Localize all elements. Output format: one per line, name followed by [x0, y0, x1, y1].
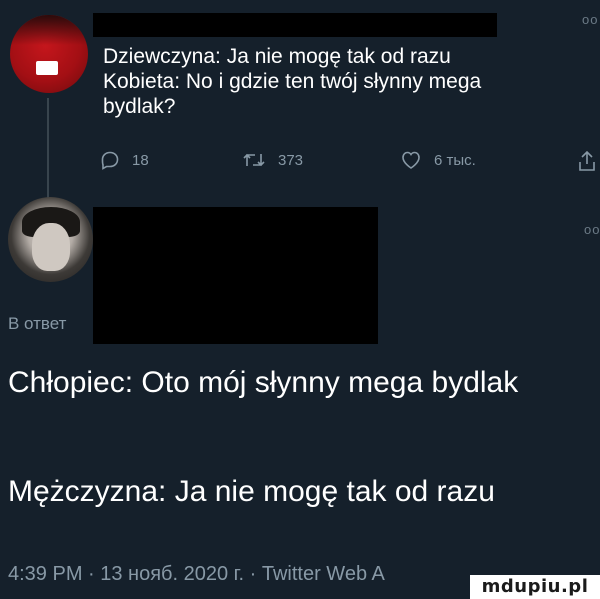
- avatar[interactable]: [8, 197, 93, 282]
- more-options-icon[interactable]: oo: [582, 12, 598, 27]
- tweet-timestamp[interactable]: 4:39 PM · 13 нояб. 2020 г. · Twitter Web…: [8, 563, 385, 586]
- more-options-icon[interactable]: oo: [584, 222, 600, 237]
- tweet-line: Kobieta: No i gdzie ten twój słynny mega: [103, 70, 482, 93]
- like-button[interactable]: 6 тыс.: [400, 150, 476, 170]
- share-icon: [579, 150, 595, 171]
- redacted-username: [93, 13, 497, 37]
- retweet-button[interactable]: 373: [242, 150, 303, 170]
- tweet-actions: 18 373 6 тыс.: [100, 150, 600, 176]
- jersey-badge: [36, 61, 58, 75]
- reply-text-line: Chłopiec: Oto mój słynny mega bydlak: [8, 366, 519, 399]
- tweet-line: bydlak?: [103, 95, 176, 118]
- like-count: 6 тыс.: [434, 151, 476, 169]
- avatar-shading: [10, 15, 88, 45]
- watermark: mdupiu.pl: [470, 575, 600, 599]
- reply-icon: [101, 151, 119, 170]
- retweet-icon: [243, 153, 265, 167]
- reply-count: 18: [132, 151, 149, 169]
- avatar-face: [32, 223, 70, 271]
- tweet-text: Dziewczyna: Ja nie mogę tak od razu Kobi…: [103, 44, 543, 119]
- thread-line: [47, 98, 49, 198]
- redacted-reply-header: [93, 207, 378, 344]
- avatar[interactable]: [10, 15, 88, 93]
- reply-text-line: Mężczyzna: Ja nie mogę tak od razu: [8, 475, 495, 508]
- heart-icon: [402, 151, 420, 169]
- retweet-count: 373: [278, 151, 304, 169]
- tweet-line: Dziewczyna: Ja nie mogę tak od razu: [103, 45, 451, 68]
- reply-to-label: В ответ: [8, 314, 67, 333]
- share-button[interactable]: [578, 150, 596, 172]
- reply-button[interactable]: 18: [100, 150, 149, 170]
